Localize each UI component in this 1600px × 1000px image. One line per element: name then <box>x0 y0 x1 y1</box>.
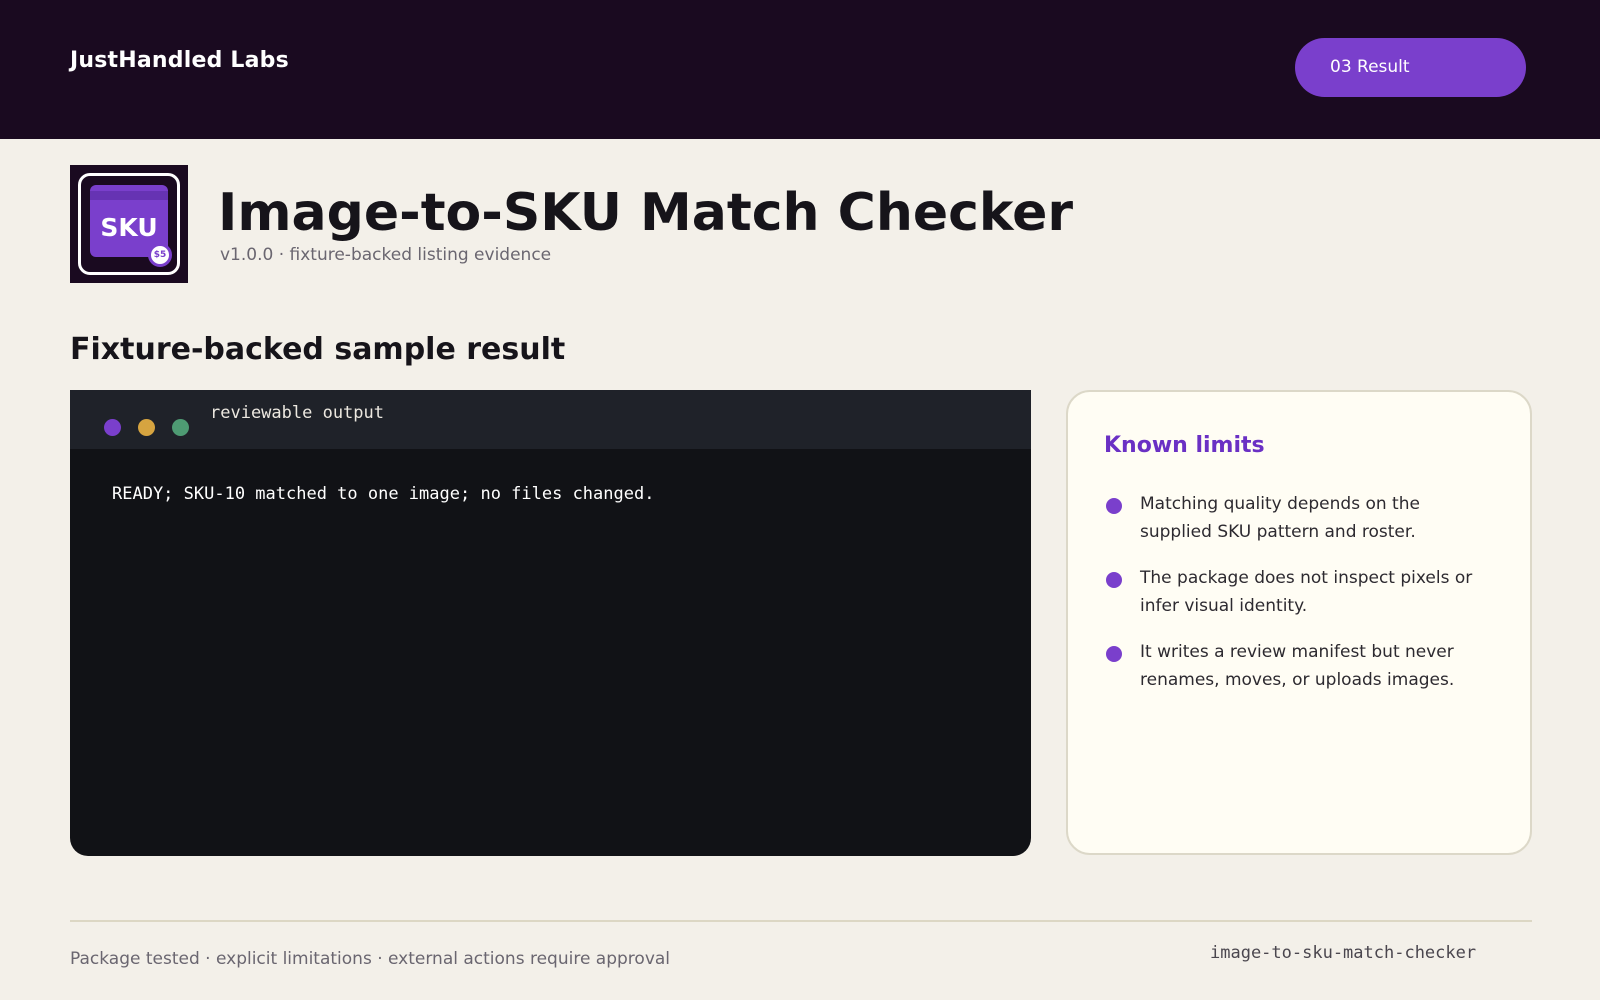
known-limits-list: Matching quality depends on the supplied… <box>1104 490 1494 712</box>
section-heading: Fixture-backed sample result <box>70 332 566 367</box>
bullet-dot-icon <box>1106 646 1122 662</box>
list-item-text: Matching quality depends on the supplied… <box>1140 494 1420 542</box>
list-item: Matching quality depends on the supplied… <box>1104 490 1494 546</box>
yellow-dot-icon <box>138 419 155 436</box>
terminal-title-bar: reviewable output <box>70 390 1031 449</box>
known-limits-card: Known limits Matching quality depends on… <box>1066 390 1532 855</box>
brand-name: JustHandled Labs <box>70 48 289 73</box>
app-icon-label: SKU <box>100 213 158 242</box>
app-icon-band <box>90 191 168 200</box>
purple-dot-icon <box>104 419 121 436</box>
price-badge: $5 <box>148 243 172 267</box>
terminal-panel: reviewable output READY; SKU-10 matched … <box>70 390 1031 856</box>
footer-note: Package tested · explicit limitations · … <box>70 949 671 969</box>
package-name: image-to-sku-match-checker <box>1210 943 1477 963</box>
list-item: It writes a review manifest but never re… <box>1104 638 1494 694</box>
bullet-dot-icon <box>1106 498 1122 514</box>
footer-divider <box>70 920 1532 922</box>
list-item-text: The package does not inspect pixels or i… <box>1140 568 1473 616</box>
page-title: Image-to-SKU Match Checker <box>218 183 1074 243</box>
known-limits-title: Known limits <box>1104 433 1265 458</box>
top-bar: JustHandled Labs 03 Result <box>0 0 1600 139</box>
terminal-label: reviewable output <box>210 403 384 423</box>
step-result-button[interactable]: 03 Result <box>1295 38 1526 97</box>
page-subtitle: v1.0.0 · fixture-backed listing evidence <box>220 245 552 265</box>
terminal-output: READY; SKU-10 matched to one image; no f… <box>112 484 655 504</box>
list-item-text: It writes a review manifest but never re… <box>1140 642 1455 690</box>
bullet-dot-icon <box>1106 572 1122 588</box>
list-item: The package does not inspect pixels or i… <box>1104 564 1494 620</box>
sku-tag-icon: SKU $5 <box>70 165 188 283</box>
green-dot-icon <box>172 419 189 436</box>
